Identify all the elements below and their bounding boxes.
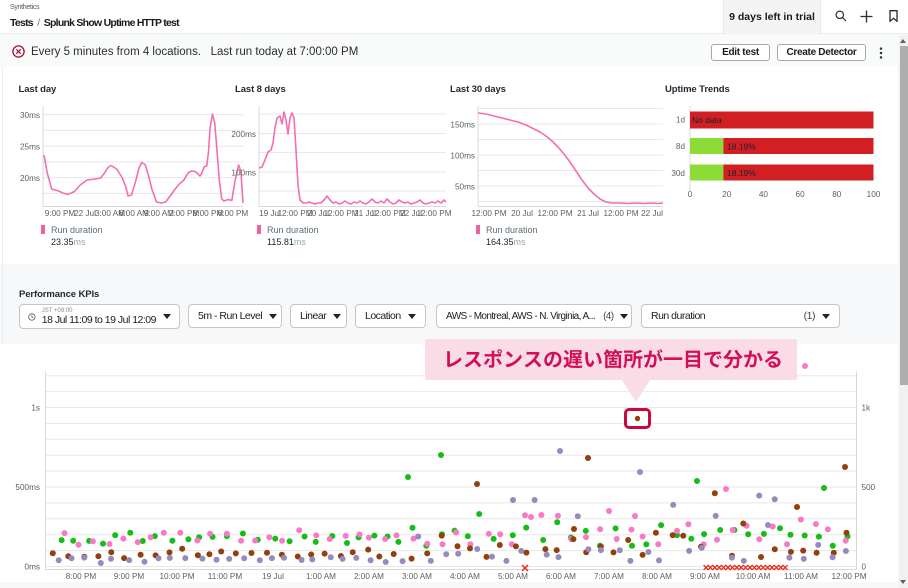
- svg-text:8:00 PM: 8:00 PM: [66, 572, 97, 581]
- svg-text:1s: 1s: [31, 404, 40, 413]
- svg-text:12:00 PM: 12:00 PM: [831, 572, 866, 581]
- svg-text:11:00 PM: 11:00 PM: [208, 572, 243, 581]
- svg-text:0ms: 0ms: [25, 563, 40, 572]
- svg-text:500: 500: [862, 483, 876, 492]
- svg-text:9:00 PM: 9:00 PM: [114, 572, 145, 581]
- svg-text:7:00 AM: 7:00 AM: [594, 572, 624, 581]
- svg-text:1k: 1k: [862, 404, 872, 413]
- svg-text:10:00 PM: 10:00 PM: [159, 572, 194, 581]
- svg-text:10:00 AM: 10:00 AM: [736, 572, 771, 581]
- svg-text:500ms: 500ms: [15, 483, 40, 492]
- svg-text:19 Jul: 19 Jul: [262, 572, 284, 581]
- svg-text:3:00 AM: 3:00 AM: [402, 572, 432, 581]
- svg-text:9:00 AM: 9:00 AM: [690, 572, 720, 581]
- svg-text:2:00 AM: 2:00 AM: [354, 572, 384, 581]
- svg-text:6:00 AM: 6:00 AM: [546, 572, 576, 581]
- svg-text:1:00 AM: 1:00 AM: [306, 572, 336, 581]
- svg-text:11:00 AM: 11:00 AM: [784, 572, 818, 581]
- svg-text:5:00 AM: 5:00 AM: [498, 572, 528, 581]
- svg-text:0: 0: [862, 563, 867, 572]
- svg-text:8:00 AM: 8:00 AM: [642, 572, 672, 581]
- svg-text:4:00 AM: 4:00 AM: [450, 572, 480, 581]
